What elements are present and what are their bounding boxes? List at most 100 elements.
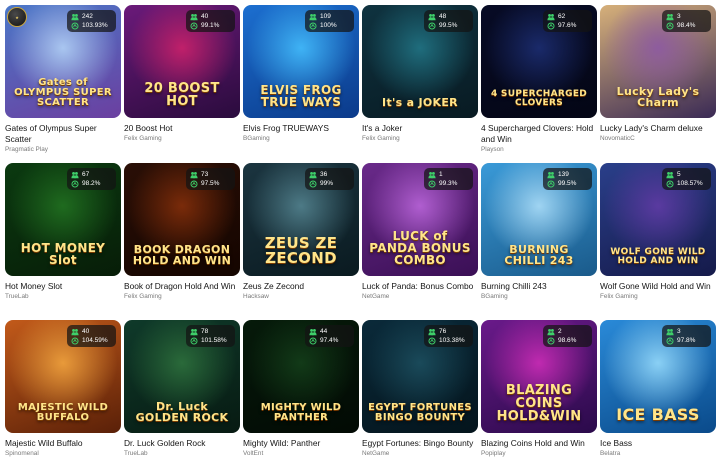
game-thumbnail[interactable]: BLAZING COINS HOLD&WIN 2 98.6% bbox=[481, 320, 597, 433]
game-stats-overlay: 139 99.5% bbox=[543, 168, 592, 190]
game-provider: BGaming bbox=[243, 135, 270, 142]
rtp-value: 99.3% bbox=[439, 180, 458, 187]
game-title[interactable]: Wolf Gone Wild Hold and Win bbox=[600, 281, 716, 292]
game-thumbnail[interactable]: EGYPT FORTUNES BINGO BOUNTY 76 103.38% bbox=[362, 320, 478, 433]
players-count: 48 bbox=[439, 13, 447, 20]
players-count: 5 bbox=[677, 171, 681, 178]
rtp-value: 101.58% bbox=[201, 337, 227, 344]
players-count: 36 bbox=[320, 171, 328, 178]
rtp-icon bbox=[71, 336, 79, 345]
game-title[interactable]: Blazing Coins Hold and Win bbox=[481, 438, 597, 449]
game-logo-text: Lucky Lady's Charm bbox=[616, 85, 700, 109]
game-logo-text: LUCK of PANDA BONUS COMBO bbox=[369, 229, 471, 267]
game-card[interactable]: BOOK DRAGON HOLD AND WIN 73 97.5% Book of D… bbox=[124, 163, 240, 301]
rtp-value: 98.2% bbox=[82, 180, 101, 187]
players-count: 40 bbox=[82, 328, 90, 335]
game-card[interactable]: Lucky Lady's Charm 3 98.4% Lucky Lady's Cha… bbox=[600, 5, 716, 143]
game-stats-overlay: 36 99% bbox=[305, 168, 354, 190]
game-title[interactable]: It's a Joker bbox=[362, 123, 478, 134]
game-title[interactable]: Mighty Wild: Panther bbox=[243, 438, 359, 449]
players-icon bbox=[309, 328, 317, 335]
game-title[interactable]: Gates of Olympus Super Scatter bbox=[5, 123, 121, 145]
game-card[interactable]: It's a JOKER 48 99.5% It's a Joker Felix Gam… bbox=[362, 5, 478, 143]
game-thumbnail[interactable]: MIGHTY WILD PANTHER 44 97.4% bbox=[243, 320, 359, 433]
game-logo-text: MIGHTY WILD PANTHER bbox=[260, 402, 342, 423]
game-card[interactable]: MIGHTY WILD PANTHER 44 97.4% Mighty Wild: P… bbox=[243, 320, 359, 458]
game-title[interactable]: Majestic Wild Buffalo bbox=[5, 438, 121, 449]
game-logo-text: ELVIS FROG TRUE WAYS bbox=[260, 83, 342, 109]
game-stats-overlay: 78 101.58% bbox=[186, 325, 235, 347]
players-icon bbox=[309, 13, 317, 20]
game-card[interactable]: MAJESTIC WILD BUFFALO 40 104.59% Majestic W… bbox=[5, 320, 121, 458]
rtp-icon bbox=[666, 336, 674, 345]
game-logo-text: 20 BOOST HOT bbox=[144, 81, 220, 109]
players-count: 242 bbox=[82, 13, 93, 20]
game-logo-text: MAJESTIC WILD BUFFALO bbox=[17, 402, 109, 423]
game-title[interactable]: Luck of Panda: Bonus Combo bbox=[362, 281, 478, 292]
game-provider: VoltEnt bbox=[243, 450, 264, 457]
game-thumbnail[interactable]: ELVIS FROG TRUE WAYS 109 100% bbox=[243, 5, 359, 118]
game-card[interactable]: ICE BASS 3 97.8% Ice Bass Belatra bbox=[600, 320, 716, 458]
game-thumbnail[interactable]: BOOK DRAGON HOLD AND WIN 73 97.5% bbox=[124, 163, 240, 276]
game-stats-overlay: 67 98.2% bbox=[67, 168, 116, 190]
players-count: 139 bbox=[558, 171, 569, 178]
game-title[interactable]: Ice Bass bbox=[600, 438, 716, 449]
game-card[interactable]: WOLF GONE WILD HOLD AND WIN 5 108.57% Wolf … bbox=[600, 163, 716, 301]
game-card[interactable]: BURNING CHILLI 243 139 99.5% Burning Chilli… bbox=[481, 163, 597, 301]
game-thumbnail[interactable]: Lucky Lady's Charm 3 98.4% bbox=[600, 5, 716, 118]
game-logo-text: It's a JOKER bbox=[382, 96, 458, 109]
game-title[interactable]: Book of Dragon Hold And Win bbox=[124, 281, 240, 292]
promo-badge-icon: ★ bbox=[7, 7, 27, 27]
game-thumbnail[interactable]: LUCK of PANDA BONUS COMBO 1 99.3% bbox=[362, 163, 478, 276]
game-title[interactable]: Zeus Ze Zecond bbox=[243, 281, 359, 292]
game-title[interactable]: Burning Chilli 243 bbox=[481, 281, 597, 292]
game-thumbnail[interactable]: 4 SUPERCHARGED CLOVERS 62 97.6% bbox=[481, 5, 597, 118]
game-card[interactable]: 20 BOOST HOT 40 99.1% 20 Boost Hot Felix Gam… bbox=[124, 5, 240, 143]
players-count: 62 bbox=[558, 13, 566, 20]
players-count: 2 bbox=[558, 328, 562, 335]
game-provider: Belatra bbox=[600, 450, 621, 457]
game-thumbnail[interactable]: Gates of OLYMPUS SUPER SCATTER 242 103.93%… bbox=[5, 5, 121, 118]
game-thumbnail[interactable]: It's a JOKER 48 99.5% bbox=[362, 5, 478, 118]
game-logo-text: EGYPT FORTUNES BINGO BOUNTY bbox=[368, 402, 472, 423]
game-provider: BGaming bbox=[481, 293, 508, 300]
game-stats-overlay: 40 99.1% bbox=[186, 10, 235, 32]
rtp-value: 100% bbox=[320, 22, 337, 29]
game-title[interactable]: Dr. Luck Golden Rock bbox=[124, 438, 240, 449]
rtp-icon bbox=[428, 21, 436, 30]
game-card[interactable]: 4 SUPERCHARGED CLOVERS 62 97.6% 4 Superchar… bbox=[481, 5, 597, 154]
players-icon bbox=[428, 13, 436, 20]
game-card[interactable]: Gates of OLYMPUS SUPER SCATTER 242 103.93%… bbox=[5, 5, 121, 154]
game-thumbnail[interactable]: 20 BOOST HOT 40 99.1% bbox=[124, 5, 240, 118]
rtp-icon bbox=[309, 179, 317, 188]
game-stats-overlay: 40 104.59% bbox=[67, 325, 116, 347]
game-card[interactable]: LUCK of PANDA BONUS COMBO 1 99.3% Luck of P… bbox=[362, 163, 478, 301]
players-count: 109 bbox=[320, 13, 331, 20]
game-card[interactable]: Dr. Luck GOLDEN ROCK 78 101.58% Dr. Luck Go… bbox=[124, 320, 240, 458]
rtp-icon bbox=[428, 179, 436, 188]
game-card[interactable]: BLAZING COINS HOLD&WIN 2 98.6% Blazing Coin… bbox=[481, 320, 597, 458]
game-thumbnail[interactable]: HOT MONEY Slot 67 98.2% bbox=[5, 163, 121, 276]
rtp-icon bbox=[547, 179, 555, 188]
game-card[interactable]: HOT MONEY Slot 67 98.2% Hot Money Slot TrueL… bbox=[5, 163, 121, 301]
game-title[interactable]: 4 Supercharged Clovers: Hold and Win bbox=[481, 123, 597, 145]
game-thumbnail[interactable]: Dr. Luck GOLDEN ROCK 78 101.58% bbox=[124, 320, 240, 433]
game-title[interactable]: Lucky Lady's Charm deluxe bbox=[600, 123, 716, 134]
game-thumbnail[interactable]: WOLF GONE WILD HOLD AND WIN 5 108.57% bbox=[600, 163, 716, 276]
game-thumbnail[interactable]: ZEUS ZE ZECOND 36 99% bbox=[243, 163, 359, 276]
game-title[interactable]: Elvis Frog TRUEWAYS bbox=[243, 123, 359, 134]
game-thumbnail[interactable]: BURNING CHILLI 243 139 99.5% bbox=[481, 163, 597, 276]
game-card[interactable]: ELVIS FROG TRUE WAYS 109 100% Elvis Frog TR… bbox=[243, 5, 359, 143]
game-card[interactable]: ZEUS ZE ZECOND 36 99% Zeus Ze Zecond Hacksaw bbox=[243, 163, 359, 301]
game-thumbnail[interactable]: ICE BASS 3 97.8% bbox=[600, 320, 716, 433]
players-icon bbox=[666, 328, 674, 335]
game-title[interactable]: Egypt Fortunes: Bingo Bounty bbox=[362, 438, 478, 449]
game-card[interactable]: EGYPT FORTUNES BINGO BOUNTY 76 103.38% Egyp… bbox=[362, 320, 478, 458]
rtp-icon bbox=[190, 179, 198, 188]
game-title[interactable]: 20 Boost Hot bbox=[124, 123, 240, 134]
players-icon bbox=[309, 171, 317, 178]
game-title[interactable]: Hot Money Slot bbox=[5, 281, 121, 292]
game-thumbnail[interactable]: MAJESTIC WILD BUFFALO 40 104.59% bbox=[5, 320, 121, 433]
rtp-value: 97.6% bbox=[558, 22, 577, 29]
players-icon bbox=[428, 171, 436, 178]
